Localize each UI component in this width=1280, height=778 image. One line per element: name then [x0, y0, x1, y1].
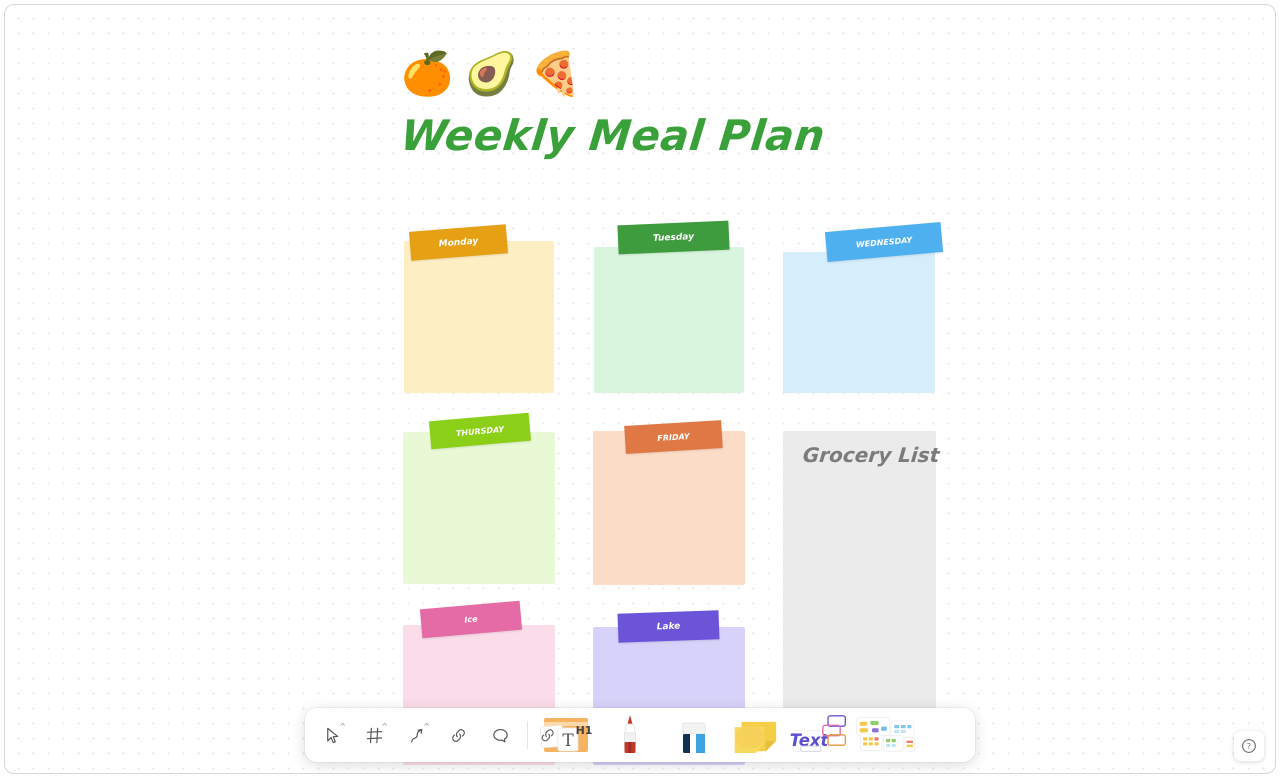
bottom-toolbar[interactable]: ^ ^ ^ T H1 Text	[305, 708, 975, 762]
shapes-tool[interactable]: Text	[790, 710, 854, 760]
board-title-block: 🍊🥑🍕 Weekly Meal Plan	[398, 53, 827, 161]
frame-tool[interactable]: ^	[353, 714, 395, 756]
sticky-note-wednesday[interactable]	[783, 252, 935, 393]
help-button[interactable]: ?	[1234, 731, 1264, 761]
title-emoji-row: 🍊🥑🍕	[401, 53, 821, 105]
page-title[interactable]: Weekly Meal Plan	[398, 111, 827, 160]
toolbar-divider	[527, 721, 528, 749]
sticky-note-thursday[interactable]	[403, 432, 555, 584]
pen-tool[interactable]	[598, 710, 662, 760]
comment-tool[interactable]	[479, 714, 521, 756]
sticky-note-tag-friday[interactable]: FRIDAY	[624, 420, 723, 454]
select-cursor-tool[interactable]: ^	[311, 714, 353, 756]
board-canvas[interactable]: 🍊🥑🍕 Weekly Meal Plan Monday Tuesday WEDNES…	[4, 4, 1276, 774]
svg-text:H1: H1	[576, 724, 593, 737]
sticky-note-tuesday[interactable]	[594, 247, 744, 393]
text-tool[interactable]: T H1	[534, 710, 598, 760]
avocado-emoji: 🥑	[465, 49, 530, 98]
templates-tool[interactable]	[854, 710, 918, 760]
chevron-up-icon: ^	[339, 722, 346, 731]
svg-text:T: T	[562, 731, 574, 751]
svg-text:?: ?	[1247, 741, 1251, 751]
chevron-up-icon: ^	[381, 722, 388, 731]
sticky-note-friday[interactable]	[593, 431, 745, 585]
grocery-list-title: Grocery List	[801, 443, 941, 467]
pizza-emoji: 🍕	[529, 49, 594, 98]
orange-emoji: 🍊	[401, 49, 466, 98]
link-tool[interactable]	[437, 714, 479, 756]
sticky-note-tag-tuesday[interactable]: Tuesday	[617, 220, 730, 255]
eraser-tool[interactable]	[662, 710, 726, 760]
connector-tool[interactable]: ^	[395, 714, 437, 756]
sticky-note-monday[interactable]	[404, 241, 554, 393]
grocery-list-panel[interactable]: Grocery List	[783, 431, 940, 711]
sticky-note-tool[interactable]	[726, 710, 790, 760]
chevron-up-icon: ^	[423, 722, 430, 731]
whiteboard-app: 🍊🥑🍕 Weekly Meal Plan Monday Tuesday WEDNES…	[0, 0, 1280, 778]
sticky-note-tag-lake[interactable]: Lake	[617, 610, 720, 643]
